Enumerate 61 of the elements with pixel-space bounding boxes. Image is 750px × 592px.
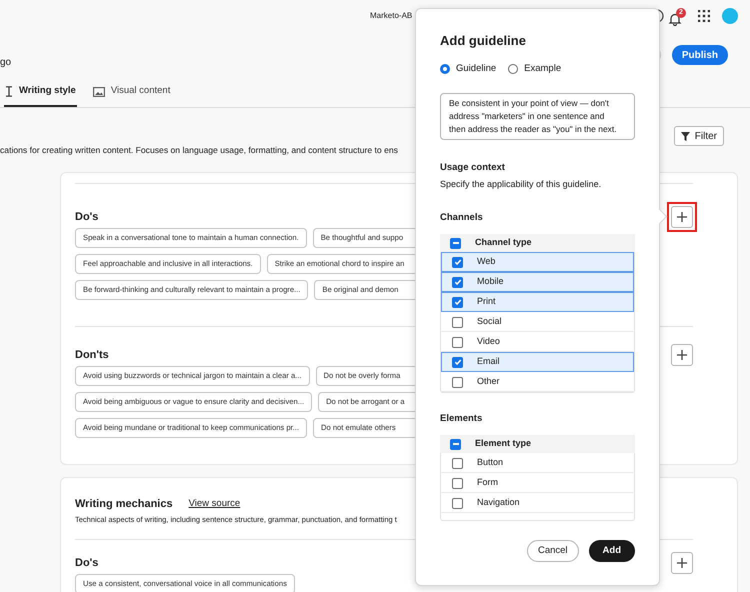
cancel-button[interactable]: Cancel [526,540,579,562]
checkbox-row[interactable]: Print [441,292,634,312]
checkbox[interactable] [452,498,463,508]
card-title: Writing mechanics [75,497,173,512]
tab[interactable]: Writing style [4,78,77,107]
checkbox[interactable] [452,478,463,488]
view-source-link[interactable]: View source [188,496,240,512]
filter-button[interactable]: Filter [674,126,724,146]
radio-option[interactable]: Example [508,62,562,76]
group-heading: Channels [440,211,484,225]
filter-icon [680,132,690,140]
checkbox[interactable] [450,238,461,248]
row-label: Web [477,255,496,268]
text-cursor-icon [5,86,13,97]
dialog-title: Add guideline [440,32,527,50]
guideline-text-field[interactable]: Be consistent in your point of view — don't address "marketers" in one sentence and then address the reader as "you" in the next. [440,93,635,140]
checkbox-row[interactable]: Email [441,352,634,372]
checkbox[interactable] [452,336,463,348]
usage-context-description: Specify the applicability of this guideline. [440,178,602,191]
row-label: Button [477,456,504,470]
checkbox-row[interactable]: Web [441,252,634,272]
row-label: Print [477,295,496,308]
row-label: Email [477,355,500,368]
section-heading: Don'ts [75,348,109,363]
plus-icon [677,212,687,222]
row-label: Navigation [477,496,520,510]
page-description: cations for creating written content. Focuses on language usage, formatting, and content structure to ens [0,144,398,157]
column-header: Channel type [475,236,532,250]
checkbox[interactable] [452,458,463,468]
row-label: Video [477,335,500,348]
section-heading: Do's [75,210,98,225]
section-heading: Do's [75,556,98,571]
group-heading: Elements [440,412,484,426]
plus-icon [677,558,687,568]
image-icon [92,86,105,96]
checkbox[interactable] [452,296,463,308]
checkbox[interactable] [452,276,463,288]
checkbox[interactable] [452,376,463,388]
usage-context-heading: Usage context [440,161,506,175]
publish-button[interactable]: Publish [672,45,728,65]
checkbox[interactable] [452,256,463,268]
apps-grid-icon[interactable] [698,10,710,22]
checkbox-row[interactable]: Mobile [441,272,634,292]
checkbox[interactable] [452,356,463,368]
add-button[interactable]: Add [588,540,635,562]
plus-icon [677,350,687,360]
checkbox[interactable] [452,316,463,328]
radio-option[interactable]: Guideline [440,62,496,76]
row-label: Social [477,315,502,328]
row-label: Form [477,476,498,490]
add-button[interactable] [671,552,693,574]
column-header: Element type [475,437,532,450]
tab[interactable]: Visual content [92,78,172,107]
org-name[interactable]: Marketo-AB [370,10,412,22]
page-title: go [0,56,12,70]
add-button[interactable] [671,344,693,366]
row-label: Other [477,375,500,388]
row-label: Mobile [477,275,504,288]
radio-button[interactable] [440,64,450,74]
radio-button[interactable] [508,64,518,74]
checkbox[interactable] [450,438,461,450]
